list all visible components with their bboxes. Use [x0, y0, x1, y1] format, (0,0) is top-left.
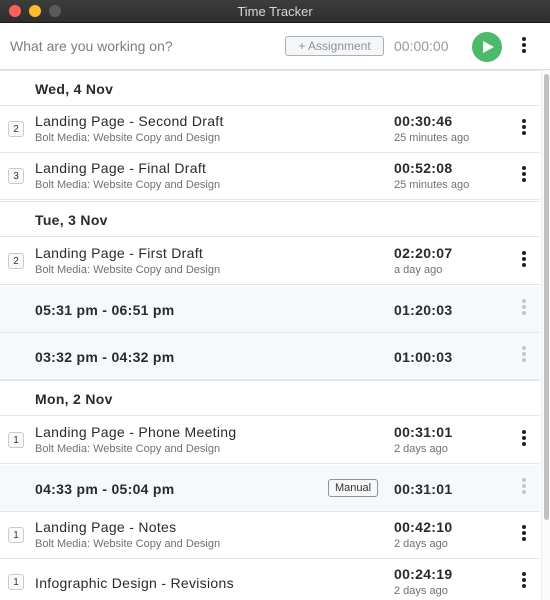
- entry-count-badge[interactable]: 3: [8, 168, 24, 184]
- time-session-row[interactable]: 03:32 pm - 04:32 pm 01:00:03: [0, 333, 540, 380]
- entry-duration: 00:42:10: [394, 519, 453, 535]
- time-entry[interactable]: 1 Landing Page - Notes Bolt Media: Websi…: [0, 512, 540, 559]
- entry-relative-time: 25 minutes ago: [394, 132, 470, 144]
- session-duration: 01:20:03: [394, 302, 453, 318]
- entry-title: Landing Page - Second Draft: [35, 113, 224, 129]
- more-vertical-icon[interactable]: [521, 251, 527, 271]
- more-vertical-icon[interactable]: [521, 430, 527, 450]
- time-entry[interactable]: 2 Landing Page - First Draft Bolt Media:…: [0, 238, 540, 285]
- time-entries-list: Wed, 4 Nov 2 Landing Page - Second Draft…: [0, 70, 540, 600]
- more-vertical-icon[interactable]: [521, 478, 527, 498]
- time-entry[interactable]: 2 Landing Page - Second Draft Bolt Media…: [0, 106, 540, 153]
- time-entry[interactable]: 1 Landing Page - Phone Meeting Bolt Medi…: [0, 417, 540, 464]
- time-session-row[interactable]: 05:31 pm - 06:51 pm 01:20:03: [0, 286, 540, 333]
- more-vertical-icon[interactable]: [521, 119, 527, 139]
- more-vertical-icon[interactable]: [521, 37, 527, 57]
- entry-count-badge[interactable]: 2: [8, 121, 24, 137]
- entry-project: Bolt Media: Website Copy and Design: [35, 264, 221, 276]
- entry-count-badge[interactable]: 1: [8, 527, 24, 543]
- list-scrollbar[interactable]: [541, 70, 550, 600]
- entry-duration: 00:31:01: [394, 424, 453, 440]
- time-entry[interactable]: 3 Landing Page - Final Draft Bolt Media:…: [0, 153, 540, 200]
- entry-relative-time: a day ago: [394, 264, 443, 276]
- more-vertical-icon[interactable]: [521, 572, 527, 592]
- more-vertical-icon[interactable]: [521, 525, 527, 545]
- day-label: Tue, 3 Nov: [35, 212, 108, 228]
- session-time-range: 03:32 pm - 04:32 pm: [35, 349, 175, 365]
- entry-duration: 00:52:08: [394, 160, 453, 176]
- entry-title: Infographic Design - Revisions: [35, 575, 234, 591]
- task-input[interactable]: [10, 36, 270, 56]
- entry-title: Landing Page - Notes: [35, 519, 177, 535]
- entry-project: Bolt Media: Website Copy and Design: [35, 443, 221, 455]
- time-entry[interactable]: 1 Infographic Design - Revisions 00:24:1…: [0, 559, 540, 600]
- window-titlebar: Time Tracker: [0, 0, 550, 23]
- day-header: Wed, 4 Nov: [0, 70, 540, 106]
- entry-relative-time: 2 days ago: [394, 538, 448, 550]
- entry-duration: 02:20:07: [394, 245, 453, 261]
- window-title: Time Tracker: [237, 4, 313, 19]
- start-timer-button[interactable]: [472, 32, 502, 62]
- session-time-range: 04:33 pm - 05:04 pm: [35, 481, 175, 497]
- manual-badge: Manual: [328, 479, 379, 497]
- day-header: Tue, 3 Nov: [0, 201, 540, 237]
- day-label: Mon, 2 Nov: [35, 391, 113, 407]
- session-duration: 00:31:01: [394, 481, 453, 497]
- session-duration: 01:00:03: [394, 349, 453, 365]
- entry-relative-time: 2 days ago: [394, 585, 448, 597]
- entry-count-badge[interactable]: 2: [8, 253, 24, 269]
- more-vertical-icon[interactable]: [521, 346, 527, 366]
- entry-project: Bolt Media: Website Copy and Design: [35, 179, 221, 191]
- entry-relative-time: 25 minutes ago: [394, 179, 470, 191]
- entry-count-badge[interactable]: 1: [8, 432, 24, 448]
- more-vertical-icon[interactable]: [521, 299, 527, 319]
- more-vertical-icon[interactable]: [521, 166, 527, 186]
- day-label: Wed, 4 Nov: [35, 81, 114, 97]
- entry-title: Landing Page - Phone Meeting: [35, 424, 237, 440]
- entry-relative-time: 2 days ago: [394, 443, 448, 455]
- entry-duration: 00:30:46: [394, 113, 453, 129]
- assignment-button[interactable]: + Assignment: [285, 36, 384, 56]
- time-session-row[interactable]: 04:33 pm - 05:04 pm Manual 00:31:01: [0, 465, 540, 512]
- play-icon: [483, 41, 494, 53]
- day-header: Mon, 2 Nov: [0, 380, 540, 416]
- entry-title: Landing Page - First Draft: [35, 245, 204, 261]
- entry-duration: 00:24:19: [394, 566, 453, 582]
- entry-title: Landing Page - Final Draft: [35, 160, 207, 176]
- session-time-range: 05:31 pm - 06:51 pm: [35, 302, 175, 318]
- timer-display: 00:00:00: [394, 38, 449, 54]
- entry-project: Bolt Media: Website Copy and Design: [35, 132, 221, 144]
- entry-project: Bolt Media: Website Copy and Design: [35, 538, 221, 550]
- entry-count-badge[interactable]: 1: [8, 574, 24, 590]
- scrollbar-thumb[interactable]: [544, 74, 549, 520]
- tracker-toolbar: + Assignment 00:00:00: [0, 23, 550, 70]
